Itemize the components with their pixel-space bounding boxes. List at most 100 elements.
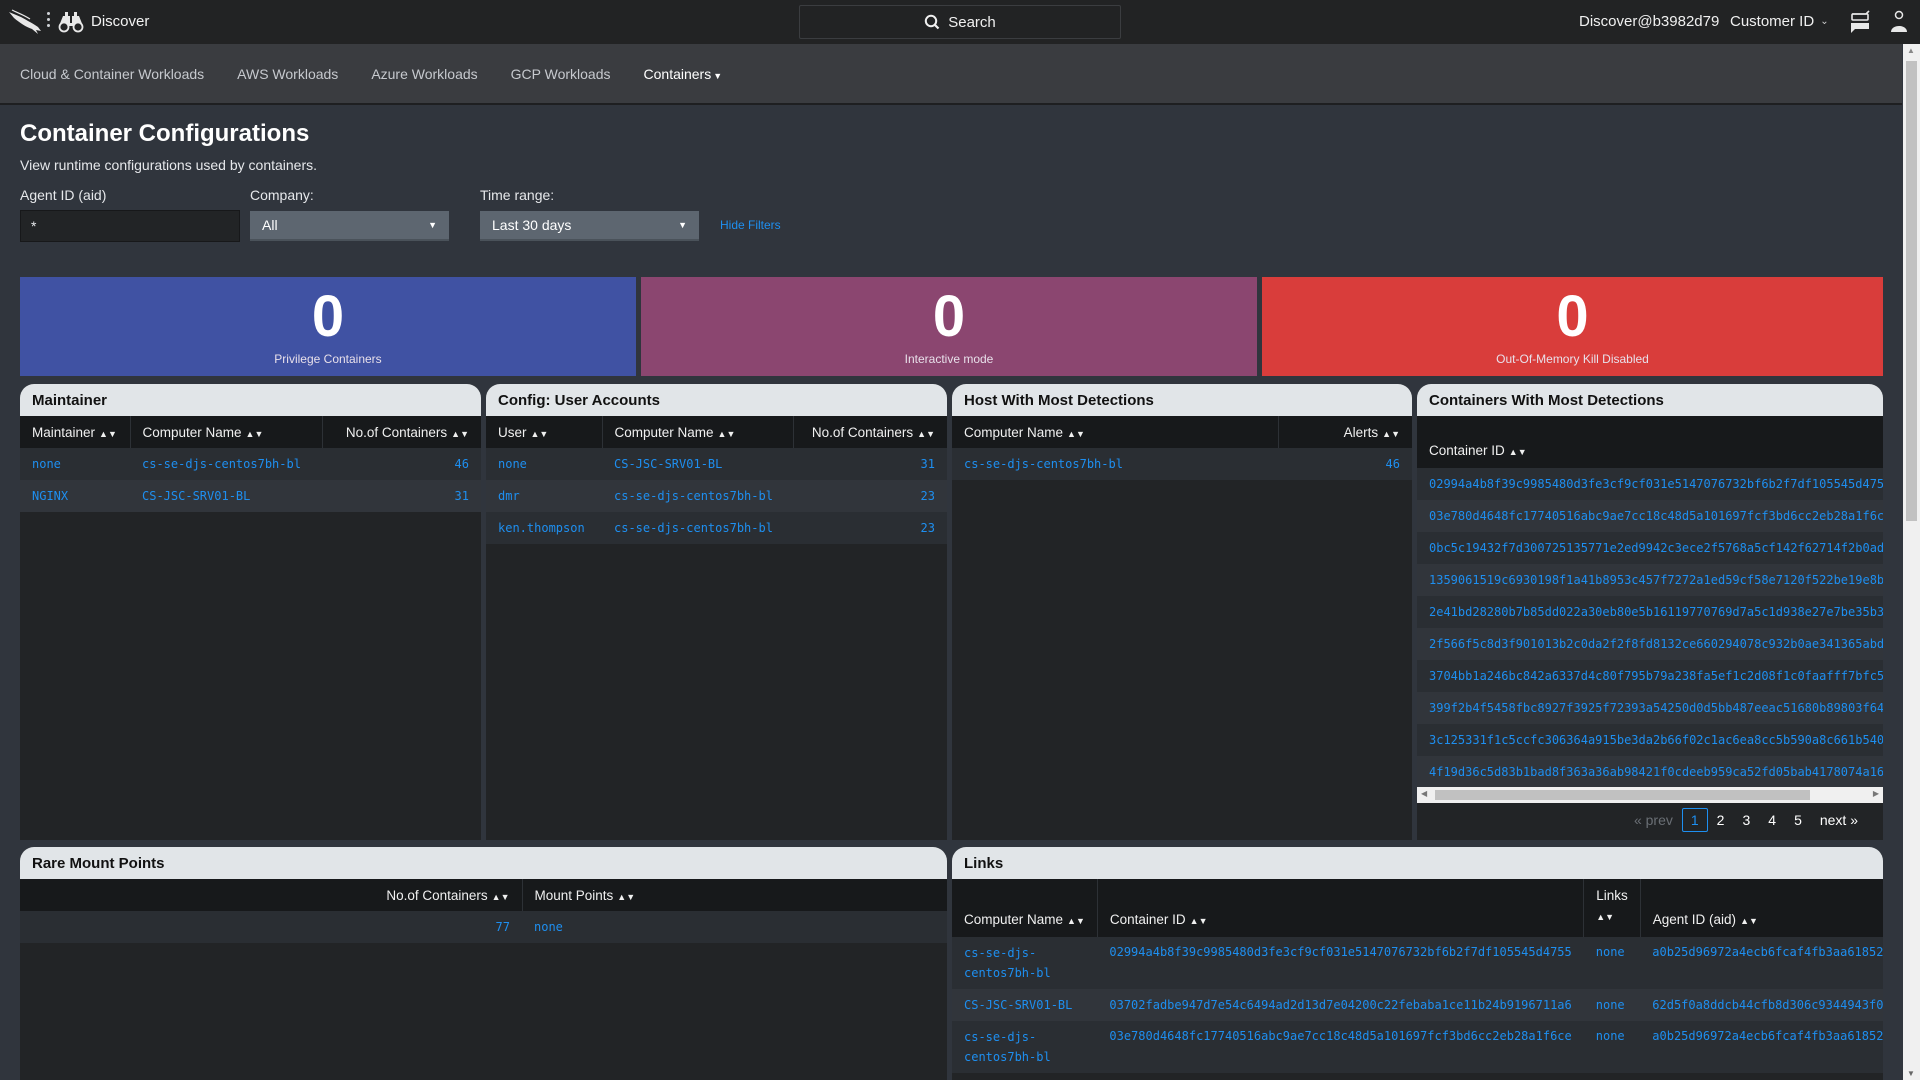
- hide-filters-link[interactable]: Hide Filters: [720, 218, 781, 232]
- agent-id-cell[interactable]: 62d5f0a8ddcb44cfb8d306c9344943f0: [1640, 989, 1883, 1021]
- computer-name-cell[interactable]: CS-JSC-SRV01-BL: [130, 480, 322, 512]
- user-accounts-table: User ▲▼ Computer Name ▲▼ No.of Containers ▲…: [486, 416, 947, 544]
- computer-name-cell[interactable]: cs-se-djs-centos7bh-bl: [952, 448, 1278, 480]
- user-cell[interactable]: ken.thompson: [486, 512, 602, 544]
- maintainer-cell[interactable]: none: [20, 448, 130, 480]
- pager-prev[interactable]: « prev: [1625, 809, 1682, 831]
- binoculars-icon: [58, 12, 84, 33]
- container-id-row[interactable]: 2f566f5c8d3f901013b2c0da2f2f8fd8132ce660…: [1417, 628, 1883, 660]
- computer-name-cell[interactable]: cs-se-djs-centos7bh-bl: [130, 448, 322, 480]
- column-header-alerts[interactable]: Alerts ▲▼: [1278, 416, 1412, 448]
- caret-down-icon: ▼: [678, 220, 687, 230]
- page-vertical-scrollbar[interactable]: ▲ ▼: [1903, 44, 1920, 1080]
- scroll-up-icon[interactable]: ▲: [1907, 46, 1915, 55]
- alerts-cell[interactable]: 46: [1278, 448, 1412, 480]
- scroll-right-icon[interactable]: ▶: [1873, 789, 1879, 798]
- sort-icon: ▲▼: [530, 428, 549, 439]
- container-id-cell[interactable]: 02994a4b8f39c9985480d3fe3cf9cf031e514707…: [1097, 937, 1584, 989]
- user-profile-icon[interactable]: [1889, 10, 1909, 34]
- count-cell[interactable]: 23: [793, 480, 947, 512]
- nav-gcp-workloads[interactable]: GCP Workloads: [511, 66, 611, 82]
- column-header-container-id[interactable]: Container ID ▲▼: [1417, 416, 1883, 468]
- count-cell[interactable]: 46: [322, 448, 481, 480]
- scrollbar-thumb[interactable]: [1906, 61, 1917, 521]
- nav-azure-workloads[interactable]: Azure Workloads: [371, 66, 477, 82]
- pager-next[interactable]: next »: [1811, 809, 1867, 831]
- scrollbar-thumb[interactable]: [1435, 790, 1810, 800]
- maintainer-cell[interactable]: NGINX: [20, 480, 130, 512]
- count-cell[interactable]: 23: [793, 512, 947, 544]
- container-id-cell[interactable]: 03e780d4648fc17740516abc9ae7cc18c48d5a10…: [1097, 1021, 1584, 1073]
- computer-name-cell[interactable]: CS-JSC-SRV01-BL: [952, 989, 1098, 1021]
- page-description: View runtime configurations used by cont…: [20, 157, 318, 173]
- column-header-container-id[interactable]: Container ID ▲▼: [1097, 879, 1585, 937]
- agent-id-input[interactable]: [20, 210, 240, 242]
- column-header-computer-name[interactable]: Computer Name ▲▼: [952, 416, 1279, 448]
- agent-id-cell[interactable]: a0b25d96972a4ecb6fcaf4fb3aa61852: [1640, 937, 1883, 989]
- container-id-row[interactable]: 1359061519c6930198f1a41b8953c457f7272a1e…: [1417, 564, 1883, 596]
- nav-aws-workloads[interactable]: AWS Workloads: [237, 66, 338, 82]
- menu-dots-icon[interactable]: [47, 12, 51, 32]
- pager-page-3[interactable]: 3: [1733, 809, 1759, 831]
- column-header-computer-name[interactable]: Computer Name ▲▼: [130, 416, 323, 448]
- column-header-user[interactable]: User ▲▼: [486, 416, 603, 448]
- container-id-row[interactable]: 3c125331f1c5ccfc306364a915be3da2b66f02c1…: [1417, 724, 1883, 756]
- stat-privilege-containers[interactable]: 0 Privilege Containers: [20, 277, 636, 376]
- pager-page-2[interactable]: 2: [1708, 809, 1734, 831]
- container-id-row[interactable]: 3704bb1a246bc842a6337d4c80f795b79a238fa5…: [1417, 660, 1883, 692]
- notifications-icon[interactable]: [1849, 10, 1871, 34]
- links-cell[interactable]: none: [1583, 937, 1641, 989]
- container-id-row[interactable]: 4f19d36c5d83b1bad8f363a36ab98421f0cdeeb9…: [1417, 756, 1883, 788]
- column-header-links[interactable]: Links ▲▼: [1583, 879, 1641, 937]
- top-bar: Discover Search Discover@b3982d79 Custom…: [0, 0, 1920, 44]
- container-id-row[interactable]: 2e41bd28280b7b85dd022a30eb80e5b161197707…: [1417, 596, 1883, 628]
- stat-oom-kill-disabled[interactable]: 0 Out-Of-Memory Kill Disabled: [1262, 277, 1883, 376]
- scroll-down-icon[interactable]: ▼: [1907, 1069, 1915, 1078]
- falcon-logo-icon[interactable]: [8, 9, 42, 35]
- column-header-no-of-containers[interactable]: No.of Containers ▲▼: [20, 879, 523, 911]
- count-cell[interactable]: 31: [322, 480, 481, 512]
- agent-id-cell[interactable]: a0b25d96972a4ecb6fcaf4fb3aa61852: [1640, 1021, 1883, 1073]
- search-icon: [925, 14, 940, 30]
- container-id-row[interactable]: 0bc5c19432f7d300725135771e2ed9942c3ece2f…: [1417, 532, 1883, 564]
- company-select[interactable]: All ▼: [250, 211, 449, 241]
- container-id-row[interactable]: 03e780d4648fc17740516abc9ae7cc18c48d5a10…: [1417, 500, 1883, 532]
- count-cell[interactable]: 31: [793, 448, 947, 480]
- computer-name-cell[interactable]: cs-se-djs-centos7bh-bl: [602, 512, 793, 544]
- scroll-left-icon[interactable]: ◀: [1421, 789, 1427, 798]
- time-range-select[interactable]: Last 30 days ▼: [480, 211, 699, 241]
- count-cell[interactable]: 77: [20, 911, 522, 943]
- user-account-name[interactable]: Discover@b3982d79: [1579, 13, 1719, 30]
- stat-interactive-mode[interactable]: 0 Interactive mode: [641, 277, 1257, 376]
- column-header-computer-name[interactable]: Computer Name ▲▼: [602, 416, 794, 448]
- links-cell[interactable]: none: [1583, 989, 1641, 1021]
- computer-name-cell[interactable]: cs-se-djs-centos7bh-bl: [952, 937, 1098, 989]
- column-header-agent-id[interactable]: Agent ID (aid) ▲▼: [1640, 879, 1883, 937]
- global-search[interactable]: Search: [799, 5, 1121, 39]
- agent-id-label: Agent ID (aid): [20, 187, 107, 203]
- computer-name-cell[interactable]: cs-se-djs-centos7bh-bl: [602, 480, 793, 512]
- container-id-row[interactable]: 399f2b4f5458fbc8927f3925f72393a54250d0d5…: [1417, 692, 1883, 724]
- user-cell[interactable]: dmr: [486, 480, 602, 512]
- column-header-maintainer[interactable]: Maintainer ▲▼: [20, 416, 131, 448]
- nav-cloud-container-workloads[interactable]: Cloud & Container Workloads: [20, 66, 204, 82]
- column-header-computer-name[interactable]: Computer Name ▲▼: [952, 879, 1098, 937]
- column-header-mount-points[interactable]: Mount Points ▲▼: [522, 879, 947, 911]
- page-title: Container Configurations: [20, 120, 310, 147]
- container-id-cell[interactable]: 03702fadbe947d7e54c6494ad2d13d7e04200c22…: [1097, 989, 1584, 1021]
- column-header-no-of-containers[interactable]: No.of Containers ▲▼: [322, 416, 481, 448]
- pager-page-5[interactable]: 5: [1785, 809, 1811, 831]
- mount-point-cell[interactable]: none: [522, 911, 947, 943]
- computer-name-cell[interactable]: cs-se-djs-centos7bh-bl: [952, 1021, 1098, 1073]
- panel-title: Config: User Accounts: [486, 384, 947, 416]
- user-cell[interactable]: none: [486, 448, 602, 480]
- container-id-row[interactable]: 02994a4b8f39c9985480d3fe3cf9cf031e514707…: [1417, 468, 1883, 500]
- computer-name-cell[interactable]: CS-JSC-SRV01-BL: [602, 448, 793, 480]
- pager-page-1[interactable]: 1: [1681, 808, 1708, 832]
- links-cell[interactable]: none: [1583, 1021, 1641, 1073]
- pager-page-4[interactable]: 4: [1759, 809, 1785, 831]
- nav-containers-dropdown[interactable]: Containers ▼: [644, 66, 723, 82]
- horizontal-scrollbar[interactable]: ◀ ▶: [1417, 787, 1883, 803]
- column-header-no-of-containers[interactable]: No.of Containers ▲▼: [793, 416, 947, 448]
- customer-id-dropdown[interactable]: Customer ID ⌄: [1730, 13, 1829, 30]
